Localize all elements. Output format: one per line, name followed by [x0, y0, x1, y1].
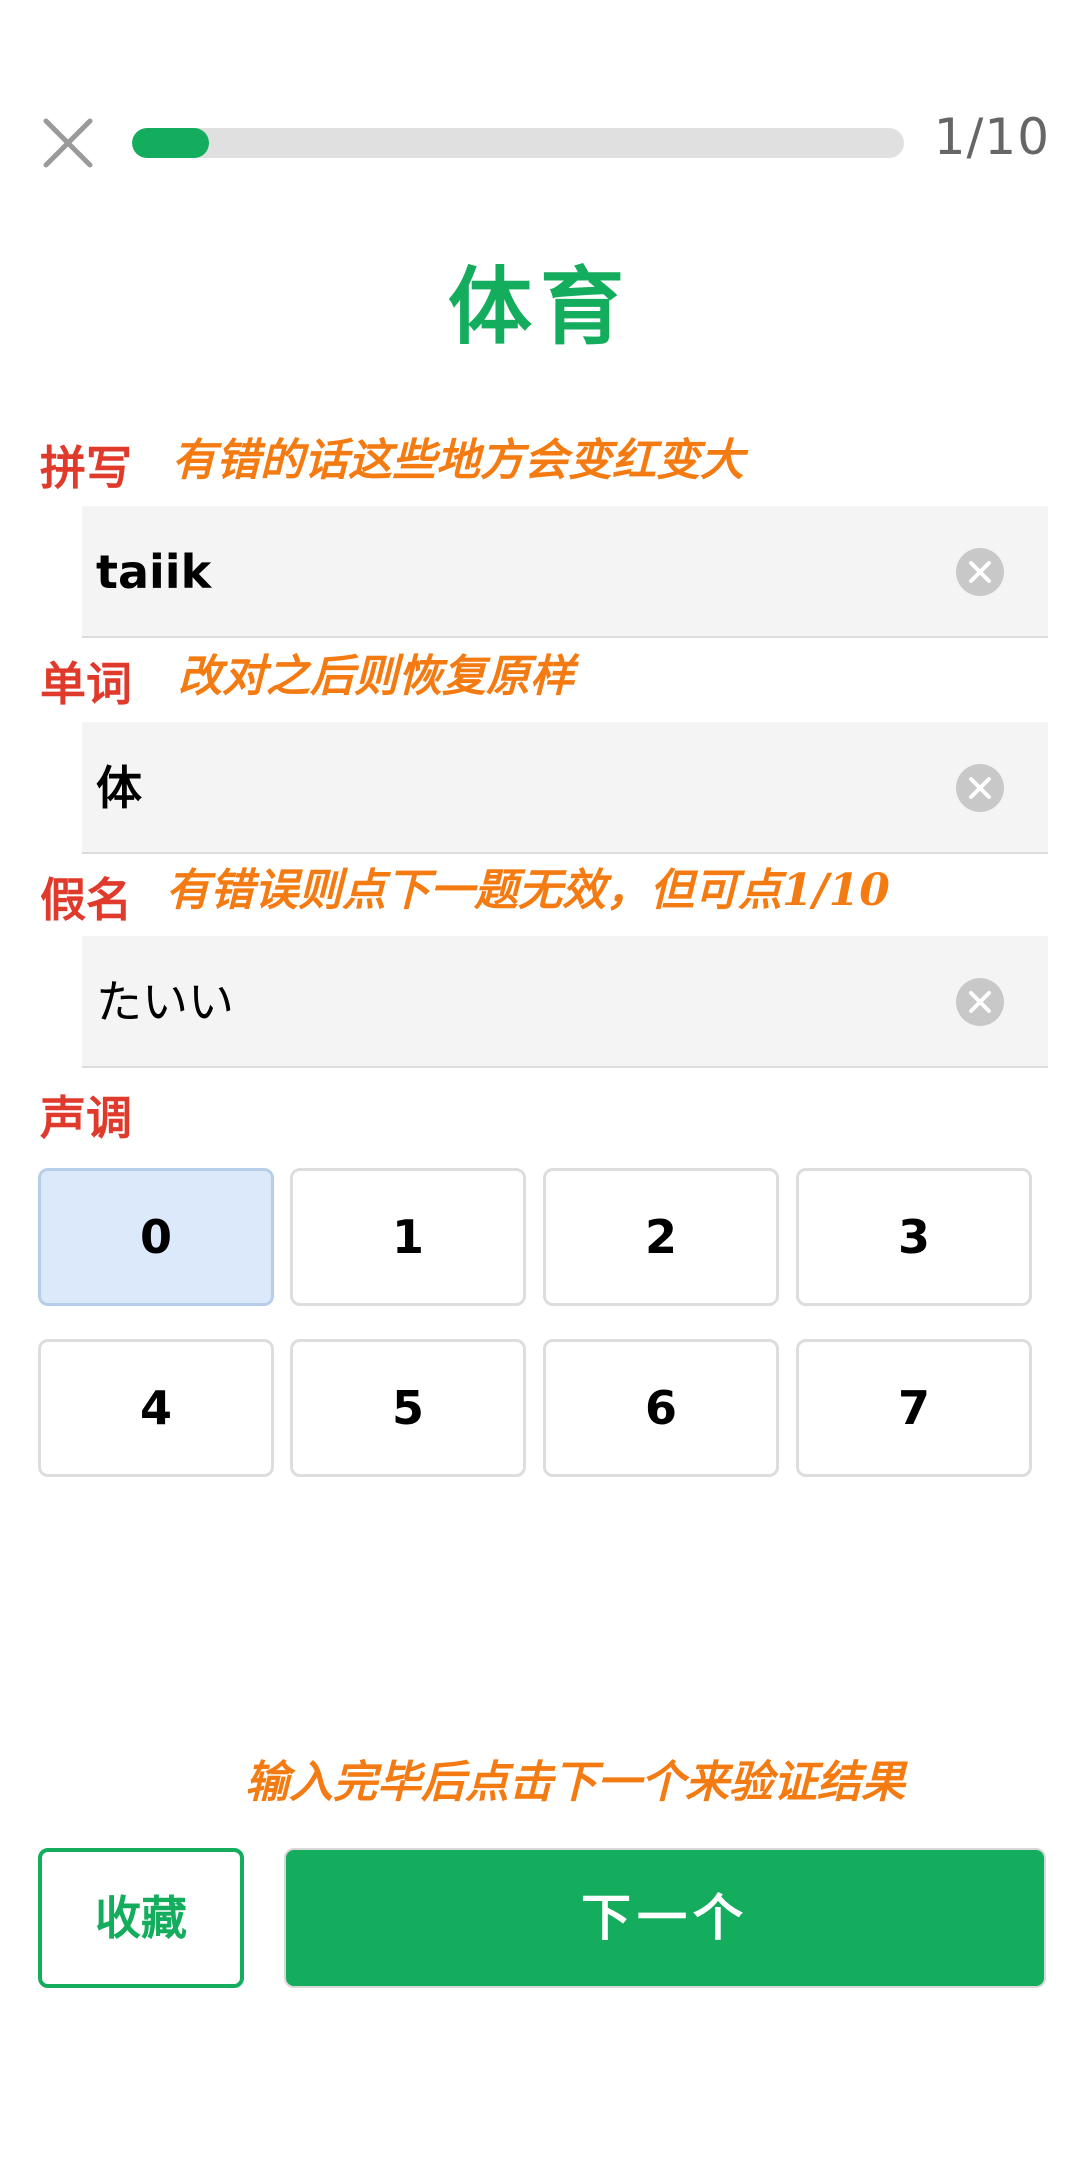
spelling-field: [82, 506, 1048, 638]
tone-option-4[interactable]: 4: [38, 1339, 274, 1477]
clear-icon: [969, 777, 991, 799]
tone-option-2[interactable]: 2: [543, 1168, 779, 1306]
progress-counter[interactable]: 1/10: [934, 108, 1050, 166]
spelling-label: 拼写: [40, 441, 132, 495]
word-label: 单词: [40, 657, 132, 711]
tone-option-5[interactable]: 5: [290, 1339, 526, 1477]
clear-icon: [969, 561, 991, 583]
kana-hint: 有错误则点下一题无效，但可点1/10: [166, 865, 890, 916]
quiz-screen: 1/10 体育 拼写 有错的话这些地方会变红变大 单词 改对之后则恢复原样 假名…: [0, 0, 1080, 2160]
tone-option-6[interactable]: 6: [543, 1339, 779, 1477]
tone-label: 声调: [40, 1091, 132, 1145]
submit-hint: 输入完毕后点击下一个来验证结果: [245, 1757, 905, 1808]
tone-option-3[interactable]: 3: [796, 1168, 1032, 1306]
kana-input[interactable]: [96, 936, 916, 1068]
spelling-input[interactable]: [96, 506, 916, 638]
kana-clear-button[interactable]: [956, 978, 1004, 1026]
kana-label: 假名: [40, 873, 132, 927]
close-button[interactable]: [40, 115, 96, 171]
spelling-clear-button[interactable]: [956, 548, 1004, 596]
kana-field: [82, 936, 1048, 1068]
word-title: 体育: [447, 257, 632, 356]
tone-option-1[interactable]: 1: [290, 1168, 526, 1306]
progress-bar: [132, 128, 904, 158]
word-input[interactable]: [96, 722, 916, 854]
word-clear-button[interactable]: [956, 764, 1004, 812]
tone-option-7[interactable]: 7: [796, 1339, 1032, 1477]
tone-option-0[interactable]: 0: [38, 1168, 274, 1306]
close-icon: [43, 118, 93, 168]
progress-bar-fill: [132, 128, 210, 158]
favorite-button[interactable]: 收藏: [38, 1848, 244, 1988]
spelling-hint: 有错的话这些地方会变红变大: [172, 435, 744, 486]
word-hint: 改对之后则恢复原样: [178, 651, 574, 702]
next-button[interactable]: 下一个: [284, 1848, 1046, 1988]
clear-icon: [969, 991, 991, 1013]
word-field: [82, 722, 1048, 854]
